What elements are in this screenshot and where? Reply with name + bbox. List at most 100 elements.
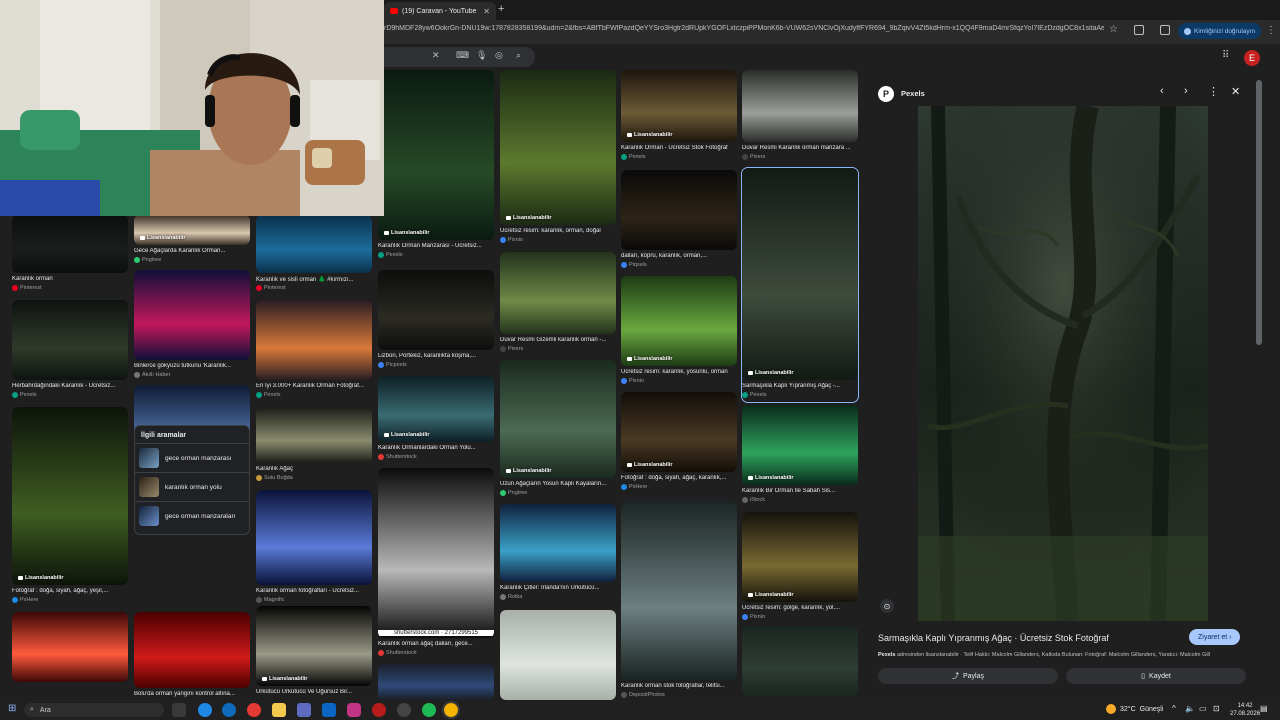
clear-search-icon[interactable]: ✕	[432, 50, 440, 61]
image-result-card[interactable]: Karanlık Çitler: İrlanda'nın Ürkütücü...…	[500, 504, 616, 604]
result-source[interactable]: iStock	[742, 497, 765, 503]
result-thumbnail[interactable]	[378, 664, 494, 700]
image-result-card[interactable]: Karanlık Ağaç Sutu Boğda	[256, 407, 372, 485]
result-thumbnail[interactable]	[256, 300, 372, 380]
result-thumbnail[interactable]: Lisanslanabilir	[742, 168, 858, 380]
close-tab-icon[interactable]: ✕	[483, 7, 490, 16]
extensions-icon[interactable]	[1134, 25, 1144, 35]
image-result-card[interactable]: Lisanslanabilir Gece Ağaçlarda Karanlık O…	[134, 215, 250, 267]
instagram-icon[interactable]	[347, 703, 361, 717]
image-result-card[interactable]: En İyi 3.000+ Karanlık Orman Fotoğraf...…	[256, 300, 372, 402]
result-title[interactable]: Karanlık Çitler: İrlanda'nın Ürkütücü...	[500, 585, 616, 591]
result-source[interactable]: Pixnio	[742, 614, 765, 620]
credit-site[interactable]: Pexels	[878, 652, 895, 658]
image-result-card[interactable]	[12, 612, 128, 700]
result-title[interactable]: Karanlık Orman Manzarası - Ücretsiz...	[378, 243, 494, 249]
image-result-card[interactable]: Herbahrdağındaki Karanlık - Ücretsiz... P…	[12, 300, 128, 402]
result-thumbnail[interactable]	[621, 170, 737, 250]
system-clock[interactable]: 14:42 27.08.2026	[1230, 702, 1260, 718]
result-title[interactable]: Ücretsiz resim: karanlık, yosunlu, orman	[621, 369, 737, 375]
chrome-icon[interactable]	[247, 703, 261, 717]
search-input[interactable]: ✕ ⌨ 🎙 ◎ ⌕	[360, 47, 535, 67]
image-result-card[interactable]: Lisanslanabilir Karanlık Orman - Ücretsiz…	[621, 70, 737, 164]
result-title[interactable]: Karanlık orman ağaç dalları, gece...	[378, 641, 494, 647]
image-result-card[interactable]: Karanlık orman Pinterest	[12, 215, 128, 295]
result-source[interactable]: DepositPhotos	[621, 692, 665, 698]
result-source[interactable]: Pexels	[378, 252, 403, 258]
result-title[interactable]: Sarmaşıkla Kaplı Yıpranmış Ağaç -...	[742, 383, 858, 389]
volume-icon[interactable]: 🔈	[1185, 704, 1195, 713]
result-title[interactable]: Ücretsiz resim: karanlık, orman, doğal	[500, 228, 616, 234]
result-thumbnail[interactable]: Lisanslanabilir	[742, 512, 858, 602]
result-thumbnail[interactable]	[500, 610, 616, 700]
battery-icon[interactable]: ▭	[1199, 704, 1207, 713]
image-result-card[interactable]: Lisanslanabilir Ücretsiz resim: karanlık,…	[500, 70, 616, 247]
result-thumbnail[interactable]	[12, 215, 128, 273]
image-result-card[interactable]: shutterstock.com · 2717299515 Karanlık or…	[378, 468, 494, 660]
github-icon[interactable]	[397, 703, 411, 717]
result-thumbnail[interactable]	[256, 490, 372, 585]
result-title[interactable]: Karanlık Bir Orman İle Sabah Sis...	[742, 488, 858, 494]
keyboard-icon[interactable]: ⌨	[456, 50, 469, 61]
opera-icon[interactable]	[372, 703, 386, 717]
result-title[interactable]: Karanlık Ağaç	[256, 466, 372, 472]
result-title[interactable]: En İyi 3.000+ Karanlık Orman Fotoğraf...	[256, 383, 372, 389]
result-title[interactable]: Bolu'da orman yangını kontrol altına...	[134, 691, 250, 697]
image-result-card[interactable]: Lisanslanabilir Fotoğraf : doğa, siyah, a…	[12, 407, 128, 607]
result-thumbnail[interactable]: Lisanslanabilir	[134, 215, 250, 245]
result-title[interactable]: Karanlık orman stok fotoğraflar, telifsi…	[621, 683, 737, 689]
result-thumbnail[interactable]	[742, 626, 858, 696]
result-title[interactable]: Fotoğraf : doğa, siyah, ağaç, karanlık,.…	[621, 475, 737, 481]
browser-menu-icon[interactable]: ⋮	[1266, 25, 1276, 36]
result-thumbnail[interactable]: Lisanslanabilir	[742, 405, 858, 485]
verify-identity-button[interactable]: Kimliğinizi doğrulayın	[1178, 23, 1262, 39]
task-view-icon[interactable]	[172, 703, 186, 717]
start-icon[interactable]: ⊞	[8, 703, 16, 714]
image-result-card[interactable]: Lizbon, Portekiz, karanlıkta koşma,... Pi…	[378, 270, 494, 372]
result-title[interactable]: Duvar Resmi Gizemli karanlık orman -...	[500, 337, 616, 343]
image-result-card[interactable]: Lisanslanabilir Karanlık Bir Orman İle Sa…	[742, 405, 858, 507]
chrome-active-icon[interactable]	[442, 701, 460, 719]
google-apps-icon[interactable]: ⠿	[1222, 50, 1229, 61]
related-search-item[interactable]: gece orman manzarası	[135, 443, 249, 472]
result-thumbnail[interactable]: Lisanslanabilir	[621, 392, 737, 472]
save-button[interactable]: ▯ Kaydet	[1066, 668, 1246, 684]
result-source[interactable]: Rotka	[500, 594, 522, 600]
microphone-icon[interactable]: 🎙	[476, 50, 487, 61]
result-source[interactable]: Piqsels	[621, 262, 647, 268]
result-title[interactable]: dalları, köprü, karanlık, orman,...	[621, 253, 737, 259]
result-title[interactable]: Binlerce gökyüzü tutkunu 'Karanlık...	[134, 363, 250, 369]
result-thumbnail[interactable]	[256, 407, 372, 463]
url-field[interactable]: rD9hMDF28yw6OokrGn-DNU19w:1787828358199&…	[384, 25, 1104, 32]
result-thumbnail[interactable]: Lisanslanabilir	[621, 276, 737, 366]
result-thumbnail[interactable]	[621, 500, 737, 680]
result-thumbnail[interactable]	[256, 215, 372, 273]
image-result-card[interactable]: Lisanslanabilir Ücretsiz resim: gölge, ka…	[742, 512, 858, 624]
result-source[interactable]: Pexels	[742, 392, 767, 398]
image-result-card[interactable]: Lisanslanabilir Uzun Ağaçların Yosun Kapl…	[500, 360, 616, 500]
result-thumbnail[interactable]	[134, 270, 250, 360]
image-result-card[interactable]: Karanlık orman fotoğrafları - Ücretsiz..…	[256, 490, 372, 607]
tray-chevron-icon[interactable]: ^	[1172, 704, 1176, 713]
result-title[interactable]: Uzun Ağaçların Yosun Kaplı Kayaların...	[500, 481, 616, 487]
image-result-card[interactable]: Lisanslanabilir Karanlık Ormanlardaki Orm…	[378, 376, 494, 464]
result-thumbnail[interactable]	[742, 70, 858, 142]
result-thumbnail[interactable]: Lisanslanabilir	[500, 70, 616, 225]
result-source[interactable]: Shutterstock	[378, 454, 417, 460]
image-result-card[interactable]: Karanlık orman stok fotoğraflar, telifsi…	[621, 500, 737, 700]
browser-tab[interactable]: (19) Caravan - YouTube ✕	[384, 2, 496, 20]
result-source[interactable]: PxHere	[12, 597, 38, 603]
result-thumbnail[interactable]: shutterstock.com · 2717299515	[378, 468, 494, 638]
result-title[interactable]: Karanlık orman	[12, 276, 128, 282]
image-result-card[interactable]	[500, 610, 616, 700]
result-source[interactable]: Pexels	[621, 154, 646, 160]
bookmark-star-icon[interactable]: ☆	[1109, 24, 1118, 35]
result-title[interactable]: Fotoğraf : doğa, siyah, ağaç, yeşil,...	[12, 588, 128, 594]
visit-button[interactable]: Ziyaret et ›	[1189, 629, 1241, 645]
image-result-card[interactable]: Lisanslanabilir Sarmaşıkla Kaplı Yıpranmı…	[741, 167, 859, 403]
search-icon[interactable]: ⌕	[516, 50, 521, 61]
network-icon[interactable]: ⊡	[1213, 704, 1220, 713]
result-title[interactable]: Gece Ağaçlarda Karanlık Orman...	[134, 248, 250, 254]
image-result-card[interactable]: Lisanslanabilir Ürkütücü Ürkütücü Ve Uğur…	[256, 606, 372, 700]
result-thumbnail[interactable]	[12, 612, 128, 682]
